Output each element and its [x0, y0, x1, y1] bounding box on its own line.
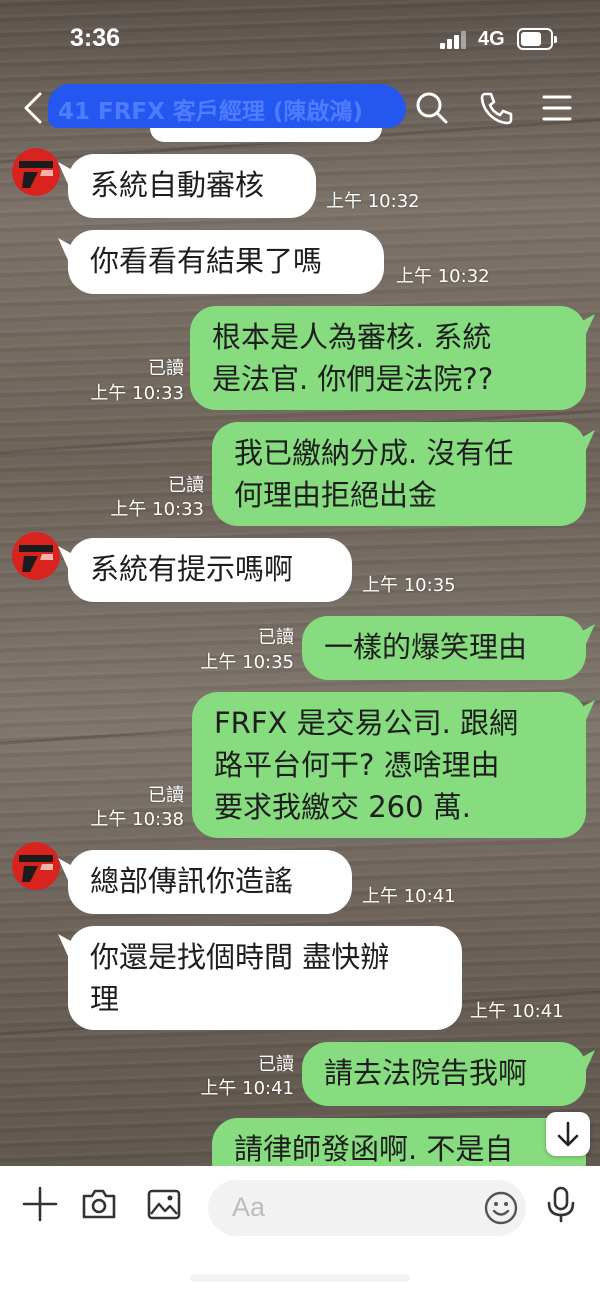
message-text: 請律師發函啊. 不是自 — [234, 1132, 514, 1166]
message-text-line: 根本是人為審核. 系統 — [212, 320, 492, 354]
avatar[interactable] — [12, 148, 60, 196]
outgoing-message[interactable]: 我已繳納分成. 沒有任 何理由拒絕出金 — [212, 422, 586, 526]
message-text: 請去法院告我啊 — [324, 1056, 528, 1090]
search-icon[interactable] — [412, 88, 452, 128]
contact-logo-icon — [12, 842, 60, 890]
incoming-message[interactable]: 總部傳訊你造謠 — [68, 850, 352, 914]
message-text-line: 何理由拒絕出金 — [234, 478, 438, 512]
plus-icon[interactable] — [20, 1184, 60, 1224]
message-time: 上午 10:33 — [110, 499, 204, 520]
incoming-message[interactable]: 你還是找個時間 盡快辦 理 — [68, 926, 462, 1030]
message-text: 系統自動審核 — [90, 168, 265, 202]
message-time: 上午 10:41 — [362, 886, 456, 907]
scroll-down-icon — [557, 1121, 579, 1147]
menu-icon[interactable] — [538, 88, 578, 128]
message-input-placeholder: Aa — [232, 1192, 266, 1222]
message-text-line: 要求我繳交 260 萬. — [214, 790, 472, 824]
message-text: 系統有提示嗎啊 — [90, 552, 294, 586]
read-receipt: 已讀 — [148, 358, 184, 379]
avatar[interactable] — [12, 532, 60, 580]
microphone-icon[interactable] — [541, 1184, 581, 1224]
back-icon[interactable] — [18, 90, 52, 126]
read-receipt: 已讀 — [148, 785, 184, 806]
status-bar: 3:36 4G — [0, 0, 600, 80]
outgoing-message[interactable]: 一樣的爆笑理由 — [302, 616, 586, 680]
message-time: 上午 10:33 — [90, 383, 184, 404]
phone-icon[interactable] — [476, 88, 516, 128]
message-time: 上午 10:35 — [200, 652, 294, 673]
previous-message-edge — [150, 128, 382, 142]
home-indicator — [190, 1274, 410, 1282]
contact-logo-icon — [12, 532, 60, 580]
message-time: 上午 10:32 — [326, 191, 420, 212]
signal-icon — [440, 31, 470, 49]
network-type: 4G — [478, 28, 505, 50]
message-text: 你看看有結果了嗎 — [90, 244, 323, 278]
outgoing-message[interactable]: 根本是人為審核. 系統 是法官. 你們是法院?? — [190, 306, 586, 410]
message-text-line: 理 — [90, 982, 120, 1016]
message-time: 上午 10:38 — [90, 809, 184, 830]
read-receipt: 已讀 — [258, 627, 294, 648]
chat-title: 41 FRFX 客戶經理 (陳啟鴻) — [58, 99, 363, 125]
read-receipt: 已讀 — [168, 475, 204, 496]
message-input[interactable]: Aa — [208, 1180, 526, 1236]
message-text-line: 我已繳納分成. 沒有任 — [234, 436, 514, 470]
message-text: 一樣的爆笑理由 — [324, 630, 528, 664]
image-icon[interactable] — [144, 1184, 184, 1224]
scroll-down-button[interactable] — [546, 1112, 590, 1156]
camera-icon[interactable] — [79, 1184, 119, 1224]
message-text-line: 你還是找個時間 盡快辦 — [90, 940, 390, 974]
message-text-line: 路平台何干? 憑啥理由 — [214, 748, 500, 782]
read-receipt: 已讀 — [258, 1054, 294, 1075]
message-text-line: 是法官. 你們是法院?? — [212, 362, 494, 396]
message-time: 上午 10:41 — [470, 1001, 564, 1022]
incoming-message[interactable]: 系統有提示嗎啊 — [68, 538, 352, 602]
chat-title-redacted[interactable]: 41 FRFX 客戶經理 (陳啟鴻) — [48, 84, 406, 128]
incoming-message[interactable]: 系統自動審核 — [68, 154, 316, 218]
status-time: 3:36 — [70, 24, 121, 52]
chat-header: 41 FRFX 客戶經理 (陳啟鴻) — [0, 80, 600, 134]
battery-icon — [517, 28, 557, 50]
message-input-bar: Aa — [0, 1166, 600, 1298]
outgoing-message[interactable]: 請去法院告我啊 — [302, 1042, 586, 1106]
message-text: 總部傳訊你造謠 — [90, 864, 294, 898]
avatar[interactable] — [12, 842, 60, 890]
message-time: 上午 10:41 — [200, 1078, 294, 1099]
message-time: 上午 10:32 — [396, 266, 490, 287]
emoji-icon[interactable] — [482, 1189, 520, 1227]
outgoing-message[interactable]: FRFX 是交易公司. 跟網 路平台何干? 憑啥理由 要求我繳交 260 萬. — [192, 692, 586, 838]
incoming-message[interactable]: 你看看有結果了嗎 — [68, 230, 384, 294]
contact-logo-icon — [12, 148, 60, 196]
message-text-line: FRFX 是交易公司. 跟網 — [214, 706, 519, 740]
message-time: 上午 10:35 — [362, 575, 456, 596]
